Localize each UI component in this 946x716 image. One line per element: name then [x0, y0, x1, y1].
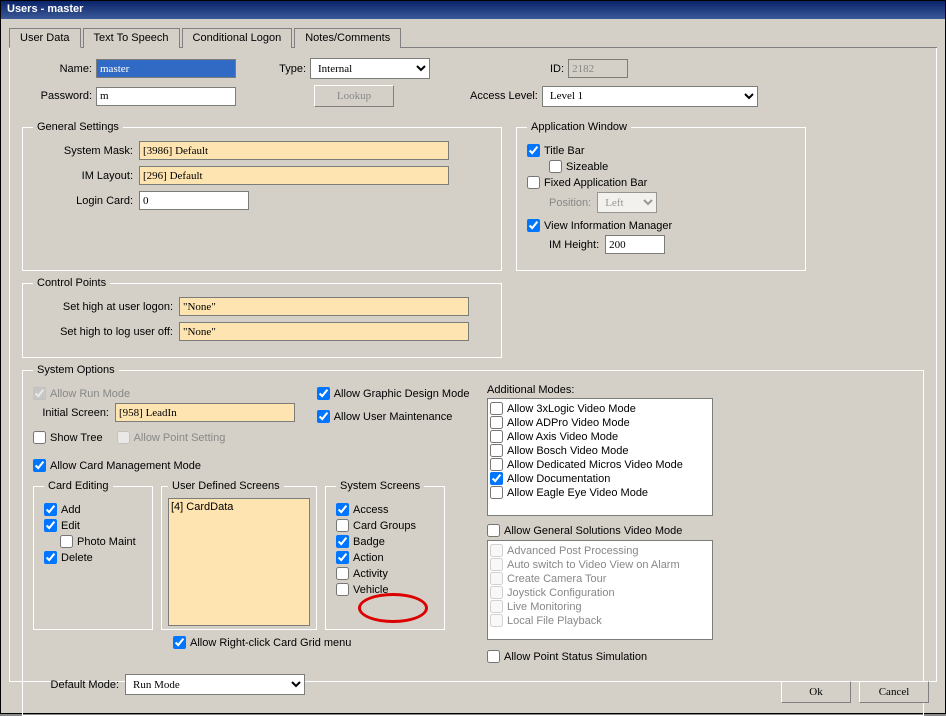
system-screens-legend: System Screens [336, 480, 424, 492]
addmode-item[interactable]: Allow 3xLogic Video Mode [490, 402, 710, 415]
tab-tts[interactable]: Text To Speech [83, 28, 180, 48]
type-label: Type: [266, 63, 306, 75]
ss-vehicle-checkbox[interactable]: Vehicle [336, 583, 434, 596]
show-tree-checkbox[interactable]: Show Tree [33, 431, 103, 444]
sizeable-checkbox[interactable]: Sizeable [549, 160, 795, 173]
addmode-item[interactable]: Allow Axis Video Mode [490, 430, 710, 443]
im-height-input[interactable] [605, 235, 665, 254]
tab-notes[interactable]: Notes/Comments [294, 28, 401, 48]
im-layout-label: IM Layout: [33, 170, 133, 182]
password-input[interactable] [96, 87, 236, 106]
type-select[interactable]: Internal [310, 58, 430, 79]
allow-point-sim-checkbox[interactable]: Allow Point Status Simulation [487, 650, 713, 663]
ss-action-checkbox[interactable]: Action [336, 551, 434, 564]
card-editing-group: Card Editing Add Edit Photo Maint Delete [33, 480, 153, 630]
gensol-item: Live Monitoring [490, 600, 710, 613]
system-screens-group: System Screens Access Card Groups Badge … [325, 480, 445, 630]
addmode-item[interactable]: Allow Bosch Video Mode [490, 444, 710, 457]
dialog-buttons: Ok Cancel [781, 681, 929, 703]
window-titlebar: Users - master [1, 1, 945, 19]
additional-modes-listbox[interactable]: Allow 3xLogic Video ModeAllow ADPro Vide… [487, 398, 713, 516]
additional-modes-label: Additional Modes: [487, 384, 713, 396]
ss-access-checkbox[interactable]: Access [336, 503, 434, 516]
login-card-label: Login Card: [33, 195, 133, 207]
ok-button[interactable]: Ok [781, 681, 851, 703]
general-settings-group: General Settings System Mask: IM Layout:… [22, 121, 502, 271]
default-mode-select[interactable]: Run Mode [125, 674, 305, 695]
set-high-logoff-label: Set high to log user off: [33, 326, 173, 338]
fixed-bar-checkbox[interactable]: Fixed Application Bar [527, 176, 795, 189]
name-input[interactable] [96, 59, 236, 78]
tab-user-data[interactable]: User Data [9, 28, 81, 48]
user-defined-screens-group: User Defined Screens [4] CardData [161, 480, 317, 630]
window-content: User Data Text To Speech Conditional Log… [1, 19, 945, 713]
gensol-item: Local File Playback [490, 614, 710, 627]
allow-point-setting-checkbox: Allow Point Setting [117, 431, 226, 444]
login-card-input[interactable] [139, 191, 249, 210]
card-editing-legend: Card Editing [44, 480, 113, 492]
set-high-logon-input[interactable] [179, 297, 469, 316]
system-mask-input[interactable] [139, 141, 449, 160]
ss-badge-checkbox[interactable]: Badge [336, 535, 434, 548]
gensol-item: Joystick Configuration [490, 586, 710, 599]
position-select: Left [597, 192, 657, 213]
uds-listbox[interactable]: [4] CardData [168, 498, 310, 626]
position-label: Position: [549, 197, 591, 209]
cancel-button[interactable]: Cancel [859, 681, 929, 703]
addmode-item[interactable]: Allow ADPro Video Mode [490, 416, 710, 429]
tab-conditional-logon[interactable]: Conditional Logon [182, 28, 293, 48]
default-mode-label: Default Mode: [33, 679, 119, 691]
gensol-item: Auto switch to Video View on Alarm [490, 558, 710, 571]
delete-checkbox[interactable]: Delete [44, 551, 142, 564]
system-mask-label: System Mask: [33, 145, 133, 157]
addmode-item[interactable]: Allow Dedicated Micros Video Mode [490, 458, 710, 471]
tab-panel-user-data: Name: Type: Internal ID: Password: [9, 48, 937, 682]
gensol-item: Create Camera Tour [490, 572, 710, 585]
application-window-group: Application Window Title Bar Sizeable Fi… [516, 121, 806, 271]
set-high-logon-label: Set high at user logon: [33, 301, 173, 313]
allow-run-mode-checkbox: Allow Run Mode [33, 387, 297, 400]
set-high-logoff-input[interactable] [179, 322, 469, 341]
initial-screen-input[interactable] [115, 403, 295, 422]
view-im-checkbox[interactable]: View Information Manager [527, 219, 795, 232]
allow-rightclick-checkbox[interactable]: Allow Right-click Card Grid menu [173, 636, 473, 649]
im-height-label: IM Height: [549, 239, 599, 251]
allow-user-maint-checkbox[interactable]: Allow User Maintenance [317, 410, 473, 423]
allow-card-mgmt-checkbox[interactable]: Allow Card Management Mode [33, 459, 473, 472]
system-options-group: System Options Allow Run Mode Initial Sc… [22, 364, 924, 716]
user-defined-screens-legend: User Defined Screens [168, 480, 284, 492]
name-label: Name: [22, 63, 92, 75]
ss-cardgroups-checkbox[interactable]: Card Groups [336, 519, 434, 532]
edit-checkbox[interactable]: Edit [44, 519, 142, 532]
access-select[interactable]: Level 1 [542, 86, 758, 107]
password-label: Password: [22, 90, 92, 102]
allow-graphic-design-checkbox[interactable]: Allow Graphic Design Mode [317, 387, 473, 400]
tabs-row: User Data Text To Speech Conditional Log… [9, 27, 937, 48]
application-window-legend: Application Window [527, 121, 631, 133]
allow-gensol-checkbox[interactable]: Allow General Solutions Video Mode [487, 524, 713, 537]
add-checkbox[interactable]: Add [44, 503, 142, 516]
control-points-group: Control Points Set high at user logon: S… [22, 277, 502, 358]
im-layout-input[interactable] [139, 166, 449, 185]
uds-item[interactable]: [4] CardData [171, 501, 307, 513]
titlebar-checkbox[interactable]: Title Bar [527, 144, 795, 157]
gensol-listbox: Advanced Post ProcessingAuto switch to V… [487, 540, 713, 640]
photo-maint-checkbox[interactable]: Photo Maint [60, 535, 142, 548]
users-window: Users - master User Data Text To Speech … [0, 0, 946, 714]
lookup-button: Lookup [314, 85, 394, 107]
ss-activity-checkbox[interactable]: Activity [336, 567, 434, 580]
general-settings-legend: General Settings [33, 121, 123, 133]
initial-screen-label: Initial Screen: [33, 407, 109, 419]
addmode-item[interactable]: Allow Documentation [490, 472, 710, 485]
id-label: ID: [550, 63, 564, 75]
addmode-item[interactable]: Allow Eagle Eye Video Mode [490, 486, 710, 499]
gensol-item: Advanced Post Processing [490, 544, 710, 557]
system-options-legend: System Options [33, 364, 119, 376]
id-input [568, 59, 628, 78]
access-label: Access Level: [470, 90, 538, 102]
control-points-legend: Control Points [33, 277, 110, 289]
